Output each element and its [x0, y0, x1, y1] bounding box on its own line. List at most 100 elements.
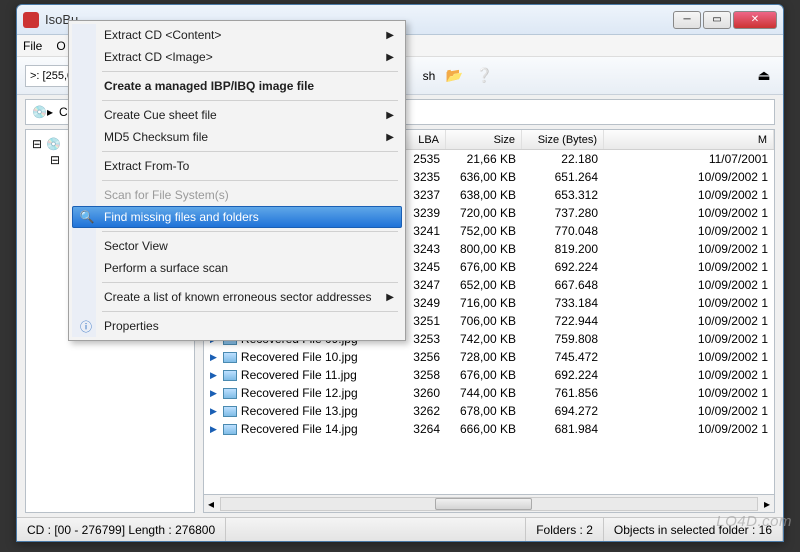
image-file-icon	[223, 370, 237, 381]
ctx-extract-image[interactable]: Extract CD <Image>▶	[72, 46, 402, 68]
magnifier-icon: 🔍	[79, 209, 95, 225]
cell-bytes: 651.264	[522, 170, 604, 184]
table-row[interactable]: ▶Recovered File 10.jpg3256728,00 KB745.4…	[204, 348, 774, 366]
cell-date: 10/09/2002 1	[604, 350, 774, 364]
cell-bytes: 692.224	[522, 260, 604, 274]
cell-date: 10/09/2002 1	[604, 296, 774, 310]
ctx-create-ibp[interactable]: Create a managed IBP/IBQ image file	[72, 75, 402, 97]
ctx-extract-content[interactable]: Extract CD <Content>▶	[72, 24, 402, 46]
file-name: Recovered File 12.jpg	[241, 386, 358, 400]
cell-bytes: 681.984	[522, 422, 604, 436]
cell-bytes: 667.648	[522, 278, 604, 292]
ctx-sector-view[interactable]: Sector View	[72, 235, 402, 257]
cell-date: 10/09/2002 1	[604, 260, 774, 274]
status-folders: Folders : 2	[526, 518, 604, 541]
cell-size: 752,00 KB	[446, 224, 522, 238]
minimize-button[interactable]: ─	[673, 11, 701, 29]
cell-bytes: 759.808	[522, 332, 604, 346]
menu-file[interactable]: File	[23, 39, 42, 53]
table-row[interactable]: ▶Recovered File 12.jpg3260744,00 KB761.8…	[204, 384, 774, 402]
maximize-button[interactable]: ▭	[703, 11, 731, 29]
expand-icon[interactable]: ⊟	[32, 137, 42, 151]
cell-size: 744,00 KB	[446, 386, 522, 400]
cell-bytes: 761.856	[522, 386, 604, 400]
open-folder-icon[interactable]: 📂	[443, 65, 465, 87]
cell-bytes: 653.312	[522, 188, 604, 202]
file-name: Recovered File 10.jpg	[241, 350, 358, 364]
info-icon: ⓘ	[78, 318, 94, 334]
cell-date: 10/09/2002 1	[604, 332, 774, 346]
cell-bytes: 745.472	[522, 350, 604, 364]
file-name: Recovered File 13.jpg	[241, 404, 358, 418]
cell-bytes: 22.180	[522, 152, 604, 166]
help-icon[interactable]: ❔	[473, 65, 495, 87]
horizontal-scrollbar[interactable]: ◂ ▸	[203, 495, 775, 513]
cell-date: 10/09/2002 1	[604, 188, 774, 202]
disc-icon: 💿	[46, 137, 61, 151]
cell-size: 636,00 KB	[446, 170, 522, 184]
cell-size: 742,00 KB	[446, 332, 522, 346]
cell-date: 10/09/2002 1	[604, 314, 774, 328]
ctx-properties[interactable]: ⓘ Properties	[72, 315, 402, 337]
refresh-label[interactable]: sh	[423, 69, 436, 83]
close-button[interactable]: ✕	[733, 11, 777, 29]
ctx-md5[interactable]: MD5 Checksum file▶	[72, 126, 402, 148]
cell-date: 10/09/2002 1	[604, 206, 774, 220]
cell-date: 10/09/2002 1	[604, 170, 774, 184]
status-cd: CD : [00 - 276799] Length : 276800	[17, 518, 226, 541]
eject-icon[interactable]: ⏏	[753, 65, 775, 87]
ctx-extract-fromto[interactable]: Extract From-To	[72, 155, 402, 177]
image-file-icon	[223, 388, 237, 399]
cell-size: 720,00 KB	[446, 206, 522, 220]
scroll-thumb[interactable]	[435, 498, 531, 510]
image-file-icon	[223, 406, 237, 417]
cell-size: 652,00 KB	[446, 278, 522, 292]
cell-lba: 3256	[394, 350, 446, 364]
cell-date: 10/09/2002 1	[604, 278, 774, 292]
cell-bytes: 692.224	[522, 368, 604, 382]
cell-date: 11/07/2001	[604, 152, 774, 166]
table-row[interactable]: ▶Recovered File 14.jpg3264666,00 KB681.9…	[204, 420, 774, 438]
cell-size: 676,00 KB	[446, 368, 522, 382]
statusbar: CD : [00 - 276799] Length : 276800 Folde…	[17, 517, 783, 541]
cell-lba: 3264	[394, 422, 446, 436]
table-row[interactable]: ▶Recovered File 13.jpg3262678,00 KB694.2…	[204, 402, 774, 420]
cell-date: 10/09/2002 1	[604, 242, 774, 256]
cell-size: 676,00 KB	[446, 260, 522, 274]
cell-bytes: 694.272	[522, 404, 604, 418]
submenu-arrow-icon: ▶	[386, 292, 394, 303]
cell-lba: 3258	[394, 368, 446, 382]
cell-size: 800,00 KB	[446, 242, 522, 256]
cell-bytes: 770.048	[522, 224, 604, 238]
ctx-scan-fs: Scan for File System(s)	[72, 184, 402, 206]
file-name: Recovered File 11.jpg	[241, 368, 357, 382]
cell-size: 728,00 KB	[446, 350, 522, 364]
cell-size: 666,00 KB	[446, 422, 522, 436]
ctx-err-list[interactable]: Create a list of known erroneous sector …	[72, 286, 402, 308]
cell-date: 10/09/2002 1	[604, 368, 774, 382]
cell-bytes: 737.280	[522, 206, 604, 220]
cell-size: 21,66 KB	[446, 152, 522, 166]
status-objects: Objects in selected folder : 16	[604, 518, 783, 541]
file-name: Recovered File 14.jpg	[241, 422, 358, 436]
cell-date: 10/09/2002 1	[604, 422, 774, 436]
app-icon	[23, 12, 39, 28]
cell-lba: 3260	[394, 386, 446, 400]
cell-size: 638,00 KB	[446, 188, 522, 202]
table-row[interactable]: ▶Recovered File 11.jpg3258676,00 KB692.2…	[204, 366, 774, 384]
col-size[interactable]: Size	[446, 130, 522, 149]
menu-o[interactable]: O	[56, 39, 65, 53]
cell-bytes: 722.944	[522, 314, 604, 328]
ctx-find-missing[interactable]: 🔍 Find missing files and folders	[72, 206, 402, 228]
cell-bytes: 819.200	[522, 242, 604, 256]
disc-icon: 💿▸	[32, 105, 53, 119]
col-bytes[interactable]: Size (Bytes)	[522, 130, 604, 149]
ctx-create-cue[interactable]: Create Cue sheet file▶	[72, 104, 402, 126]
ctx-surface-scan[interactable]: Perform a surface scan	[72, 257, 402, 279]
col-date[interactable]: M	[604, 130, 774, 149]
context-menu: Extract CD <Content>▶ Extract CD <Image>…	[68, 20, 406, 341]
cell-size: 716,00 KB	[446, 296, 522, 310]
cell-date: 10/09/2002 1	[604, 404, 774, 418]
expand-icon[interactable]: ⊟	[50, 153, 60, 167]
image-file-icon	[223, 352, 237, 363]
